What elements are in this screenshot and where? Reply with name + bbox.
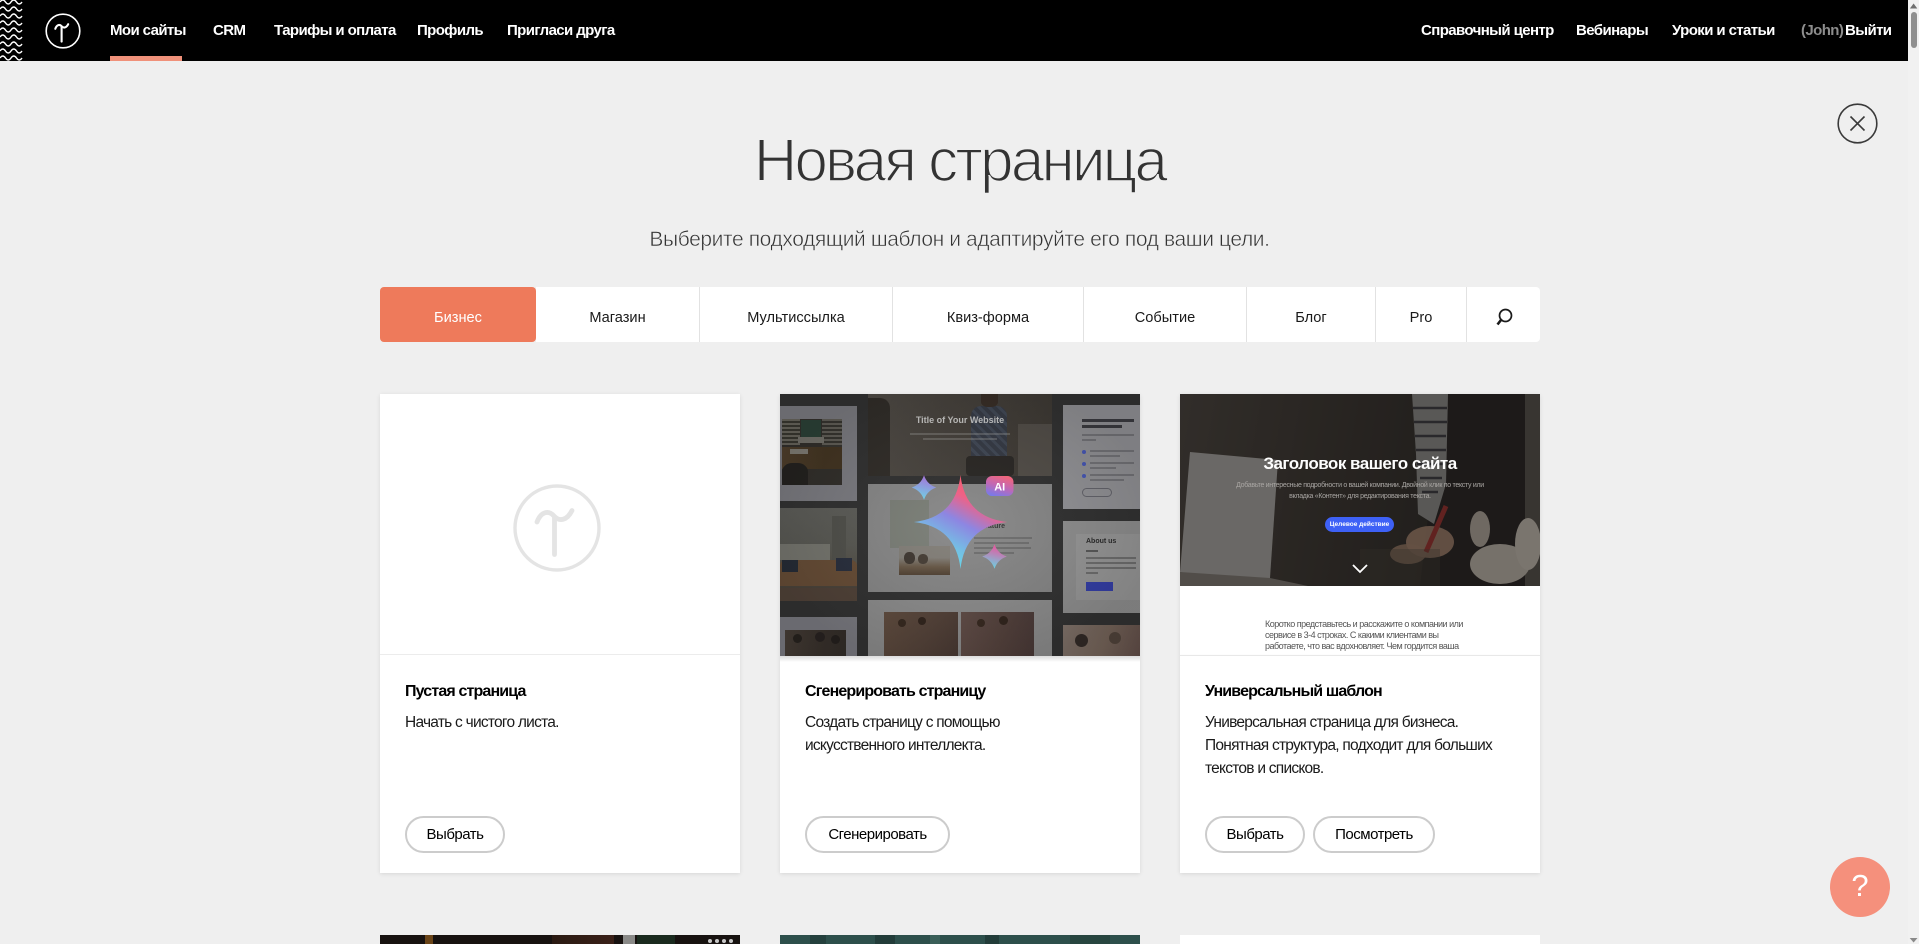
svg-text:AI: AI <box>994 482 1005 494</box>
